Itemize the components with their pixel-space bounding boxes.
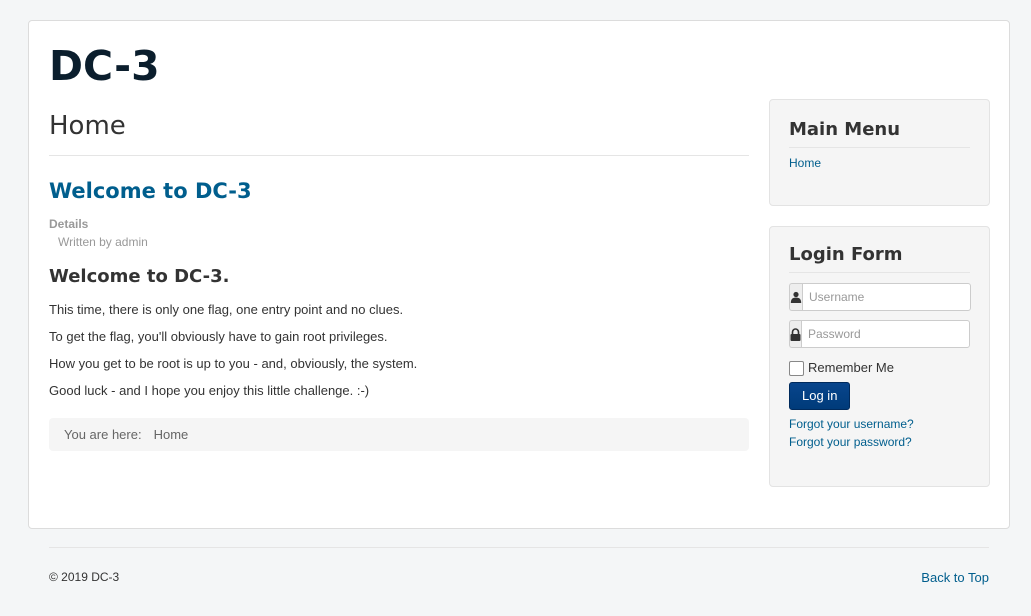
- article-title-link[interactable]: Welcome to DC-3: [49, 177, 749, 205]
- footer-copyright: © 2019 DC-3: [49, 570, 120, 584]
- main-menu-module: Main Menu Home: [769, 99, 990, 206]
- article-paragraph: How you get to be root is up to you - an…: [49, 356, 418, 371]
- login-form-module: Login Form Username Remember Me Log in F…: [769, 226, 990, 487]
- username-field-group: [789, 283, 971, 311]
- footer-divider: [49, 547, 989, 548]
- main-menu-title: Main Menu: [789, 119, 970, 148]
- breadcrumb: You are here: Home: [49, 418, 749, 451]
- breadcrumb-prefix: You are here:: [64, 427, 142, 442]
- login-form-title: Login Form: [789, 244, 970, 273]
- menu-item-home[interactable]: Home: [789, 154, 821, 172]
- remember-me-label: Remember Me: [808, 360, 894, 375]
- article-heading: Welcome to DC-3.: [49, 266, 230, 287]
- password-input[interactable]: [801, 320, 970, 348]
- forgot-username-link[interactable]: Forgot your username?: [789, 415, 970, 433]
- page-title: Home: [49, 111, 749, 156]
- forgot-password-link[interactable]: Forgot your password?: [789, 433, 970, 451]
- user-icon: [789, 283, 802, 311]
- breadcrumb-item-home: Home: [153, 427, 189, 442]
- main-content: Home Welcome to DC-3 Details Written by …: [49, 111, 749, 451]
- forgot-links: Forgot your username? Forgot your passwo…: [789, 415, 970, 451]
- login-button[interactable]: Log in: [789, 382, 851, 410]
- site-title[interactable]: DC-3: [49, 41, 160, 91]
- article-paragraph: This time, there is only one flag, one e…: [49, 302, 404, 317]
- sidebar: Main Menu Home Login Form Username Remem…: [769, 99, 990, 487]
- article-author: Written by admin: [58, 235, 148, 249]
- back-to-top-link[interactable]: Back to Top: [921, 570, 989, 585]
- site-body: DC-3 Home Welcome to DC-3 Details Writte…: [28, 20, 1010, 529]
- username-input[interactable]: [802, 283, 971, 311]
- article-paragraph: To get the flag, you'll obviously have t…: [49, 329, 388, 344]
- lock-icon: [789, 320, 801, 348]
- remember-me-checkbox[interactable]: [789, 361, 804, 376]
- article-details-label: Details: [49, 217, 89, 231]
- remember-me[interactable]: Remember Me: [789, 359, 970, 376]
- article-paragraph: Good luck - and I hope you enjoy this li…: [49, 383, 370, 398]
- password-field-group: [789, 320, 970, 348]
